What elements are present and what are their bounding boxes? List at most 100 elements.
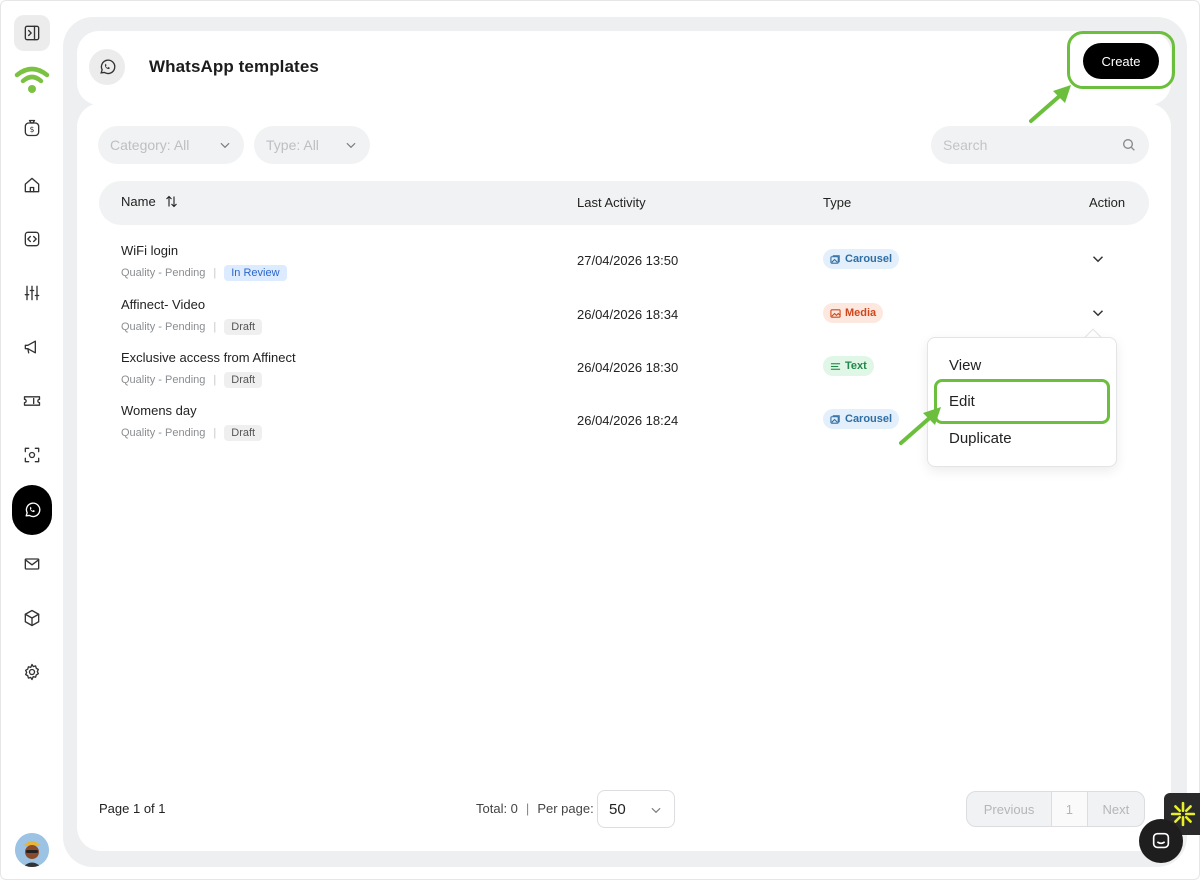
status-badge: Draft [224, 319, 263, 335]
type-badge: Media [823, 303, 884, 323]
ticket-icon [23, 396, 41, 406]
row-action-chevron-icon[interactable] [1089, 304, 1107, 322]
category-filter-label: Category: All [110, 137, 190, 153]
sidebar-item-scan[interactable] [13, 436, 51, 474]
home-icon [24, 177, 40, 193]
search-icon [1123, 139, 1135, 151]
status-badge: Draft [224, 372, 263, 388]
template-name: WiFi login [121, 243, 179, 258]
chevron-down-icon [220, 142, 230, 149]
sidebar-item-home[interactable] [13, 166, 51, 204]
total-label: Total: 0 [476, 801, 518, 816]
quality-label: Quality - Pending [121, 267, 206, 279]
sidebar-item-sliders[interactable] [13, 274, 51, 312]
page-header: WhatsApp templates Create [77, 31, 1175, 105]
sliders-icon [24, 285, 40, 301]
code-icon [24, 231, 40, 247]
brand-logo[interactable] [13, 63, 51, 97]
last-activity: 27/04/2026 13:50 [577, 253, 679, 268]
per-page-select[interactable]: 50 [597, 790, 675, 828]
sidebar-item-code[interactable] [13, 220, 51, 258]
type-badge: Carousel [823, 409, 900, 429]
pager: Previous 1 Next [966, 791, 1145, 827]
row-action-chevron-icon[interactable] [1089, 250, 1107, 268]
app-window: $ WhatsApp templates Create Category: Al… [0, 0, 1200, 880]
template-name: Exclusive access from Affinect [121, 350, 296, 365]
column-type: Type [823, 195, 852, 210]
create-button[interactable]: Create [1083, 43, 1159, 79]
template-name: Affinect- Video [121, 297, 206, 312]
megaphone-icon [24, 340, 36, 354]
table-row[interactable]: Affinect- Video Quality - Pending | Draft… [99, 291, 1149, 343]
category-filter[interactable]: Category: All [98, 126, 244, 164]
sidebar-item-products[interactable] [13, 599, 51, 637]
menu-item-view[interactable]: View [949, 357, 981, 374]
edit-highlight-frame [934, 379, 1110, 424]
whatsapp-icon [25, 502, 41, 518]
page-number-button[interactable]: 1 [1052, 792, 1088, 826]
sort-icon[interactable] [164, 194, 179, 209]
quality-label: Quality - Pending [121, 374, 206, 386]
type-filter-label: Type: All [266, 137, 319, 153]
status-badge: Draft [224, 425, 263, 441]
template-meta: Quality - Pending | Draft [121, 372, 263, 388]
avatar-icon [15, 833, 49, 867]
menu-item-duplicate[interactable]: Duplicate [949, 430, 1012, 447]
type-label: Carousel [845, 413, 893, 425]
mail-icon [24, 558, 40, 570]
scan-icon [24, 447, 40, 463]
chat-launcher-button[interactable] [1139, 819, 1183, 863]
page-title: WhatsApp templates [149, 57, 319, 76]
chevron-down-icon [651, 807, 661, 814]
sidebar: $ [1, 1, 63, 880]
column-name[interactable]: Name [121, 194, 179, 209]
column-name-label: Name [121, 194, 156, 209]
carousel-icon [830, 254, 840, 264]
svg-text:$: $ [30, 125, 35, 134]
user-avatar[interactable] [15, 833, 49, 867]
quality-label: Quality - Pending [121, 321, 206, 333]
sidebar-item-whatsapp[interactable] [12, 485, 52, 535]
wifi-logo-icon [14, 66, 50, 93]
per-page-value: 50 [609, 800, 626, 818]
money-bag-icon: $ [24, 119, 40, 137]
last-activity: 26/04/2026 18:34 [577, 307, 679, 322]
column-last-activity: Last Activity [577, 195, 646, 210]
template-name: Womens day [121, 403, 197, 418]
sidebar-item-settings[interactable] [13, 653, 51, 691]
next-button[interactable]: Next [1088, 792, 1144, 826]
template-meta: Quality - Pending | Draft [121, 425, 263, 441]
type-badge: Text [823, 356, 874, 376]
quality-label: Quality - Pending [121, 427, 206, 439]
sidebar-item-billing[interactable]: $ [13, 109, 51, 147]
chat-icon [1152, 832, 1170, 849]
sidebar-item-email[interactable] [13, 545, 51, 583]
cube-icon [24, 609, 40, 627]
per-page-label: Per page: [537, 801, 594, 816]
table-row[interactable]: WiFi login Quality - Pending | In Review … [99, 237, 1149, 289]
previous-button[interactable]: Previous [967, 792, 1053, 826]
sidebar-toggle-button[interactable] [14, 15, 50, 51]
last-activity: 26/04/2026 18:30 [577, 360, 679, 375]
gear-icon [25, 663, 39, 681]
type-badge: Carousel [823, 249, 900, 269]
panel-toggle-icon [24, 25, 40, 41]
template-meta: Quality - Pending | Draft [121, 319, 263, 335]
search-placeholder: Search [943, 137, 988, 153]
template-meta: Quality - Pending | In Review [121, 265, 287, 281]
carousel-icon [830, 414, 840, 424]
whatsapp-icon [100, 59, 116, 75]
total-count: Total: 0 | Per page: [476, 801, 594, 816]
search-input[interactable]: Search [931, 126, 1149, 164]
chevron-down-icon [346, 142, 356, 149]
text-lines-icon [830, 362, 841, 370]
type-label: Media [845, 307, 877, 319]
last-activity: 26/04/2026 18:24 [577, 413, 679, 428]
page-info: Page 1 of 1 [99, 801, 166, 816]
image-icon [830, 308, 841, 318]
sidebar-item-tickets[interactable] [13, 382, 51, 420]
page-icon [89, 49, 125, 85]
status-badge: In Review [224, 265, 287, 281]
sidebar-item-campaigns[interactable] [13, 328, 51, 366]
type-filter[interactable]: Type: All [254, 126, 370, 164]
